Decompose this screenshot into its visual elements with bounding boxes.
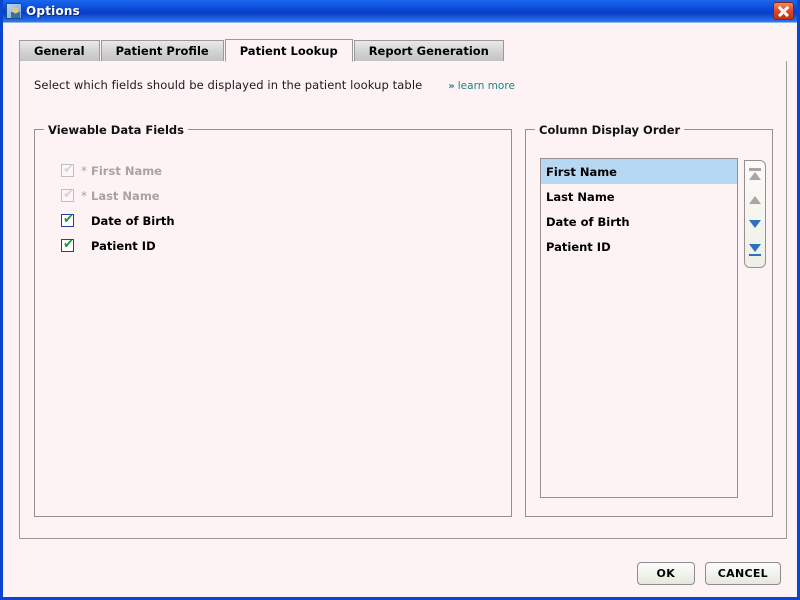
checkbox-date-of-birth[interactable]: ✔ (61, 212, 74, 227)
required-asterisk-last-name: * (81, 188, 87, 203)
list-item[interactable]: Last Name (541, 184, 737, 209)
close-icon[interactable] (773, 2, 794, 20)
tab-patient-lookup[interactable]: Patient Lookup (224, 39, 353, 62)
window-title: Options (26, 4, 80, 18)
list-item[interactable]: First Name (541, 159, 737, 184)
instruction-row: Select which fields should be displayed … (34, 78, 515, 92)
field-label-date-of-birth: Date of Birth (91, 213, 175, 228)
field-row-patient-id[interactable]: ✔ Patient ID (61, 233, 175, 258)
required-asterisk-first-name: * (81, 163, 87, 178)
field-row-first-name: ✔ * First Name (61, 158, 175, 183)
triangle-down-icon (749, 244, 761, 252)
viewable-fields-list: ✔ * First Name ✔ * Last Name ✔ Date of B… (61, 158, 175, 258)
tab-general-label: General (34, 44, 85, 58)
check-icon: ✔ (63, 162, 74, 177)
triangle-down-icon (749, 220, 761, 228)
viewable-data-fields-group: Viewable Data Fields ✔ * First Name ✔ * (34, 123, 512, 517)
tab-patient-lookup-label: Patient Lookup (239, 43, 338, 58)
list-item-label: Patient ID (546, 239, 611, 254)
column-display-order-group: Column Display Order First Name Last Nam… (525, 123, 773, 517)
cancel-button[interactable]: CANCEL (704, 562, 781, 585)
move-up-button[interactable] (746, 188, 764, 212)
check-icon: ✔ (63, 212, 74, 227)
dialog-client-area: General Patient Profile Patient Lookup R… (3, 22, 797, 597)
tab-report-generation[interactable]: Report Generation (353, 40, 504, 61)
bar-glyph (749, 168, 761, 171)
list-item[interactable]: Date of Birth (541, 209, 737, 234)
ok-button-label: OK (656, 567, 676, 580)
field-row-date-of-birth[interactable]: ✔ Date of Birth (61, 208, 175, 233)
column-order-listbox[interactable]: First Name Last Name Date of Birth Patie… (540, 158, 738, 498)
checkbox-last-name: ✔ (61, 187, 74, 202)
reorder-button-strip (744, 160, 766, 268)
field-label-first-name: First Name (91, 163, 162, 178)
check-icon: ✔ (63, 187, 74, 202)
instruction-text: Select which fields should be displayed … (34, 78, 423, 92)
list-item-label: First Name (546, 164, 617, 179)
checkbox-patient-id[interactable]: ✔ (61, 237, 74, 252)
options-dialog-window: Options General Patient Profile Patient … (0, 0, 800, 600)
move-to-top-button[interactable] (746, 164, 764, 188)
checkbox-first-name: ✔ (61, 162, 74, 177)
cancel-button-label: CANCEL (717, 567, 768, 580)
triangle-up-icon (749, 196, 761, 204)
list-item[interactable]: Patient ID (541, 234, 737, 259)
field-label-patient-id: Patient ID (91, 238, 156, 253)
app-icon (6, 3, 22, 19)
bar-glyph (749, 253, 761, 256)
tab-report-generation-label: Report Generation (368, 44, 489, 58)
dialog-button-row: OK CANCEL (636, 562, 781, 585)
learn-more-link[interactable]: » learn more (448, 80, 515, 92)
ok-button[interactable]: OK (636, 562, 695, 585)
list-item-label: Date of Birth (546, 214, 630, 229)
viewable-data-fields-legend: Viewable Data Fields (44, 123, 188, 137)
field-label-last-name: Last Name (91, 188, 160, 203)
tab-patient-profile-label: Patient Profile (115, 44, 209, 58)
field-row-last-name: ✔ * Last Name (61, 183, 175, 208)
triangle-up-icon (749, 172, 761, 180)
column-display-order-legend: Column Display Order (535, 123, 685, 137)
check-icon: ✔ (63, 237, 74, 252)
learn-more-label: learn more (457, 80, 515, 92)
list-item-label: Last Name (546, 189, 615, 204)
move-down-button[interactable] (746, 212, 764, 236)
move-to-bottom-button[interactable] (746, 236, 764, 260)
tab-patient-profile[interactable]: Patient Profile (100, 40, 224, 61)
tab-strip: General Patient Profile Patient Lookup R… (19, 39, 781, 62)
double-chevron-right-icon: » (448, 81, 455, 92)
tab-content-panel: Select which fields should be displayed … (19, 61, 787, 539)
tab-general[interactable]: General (19, 40, 100, 61)
title-bar: Options (3, 0, 797, 22)
